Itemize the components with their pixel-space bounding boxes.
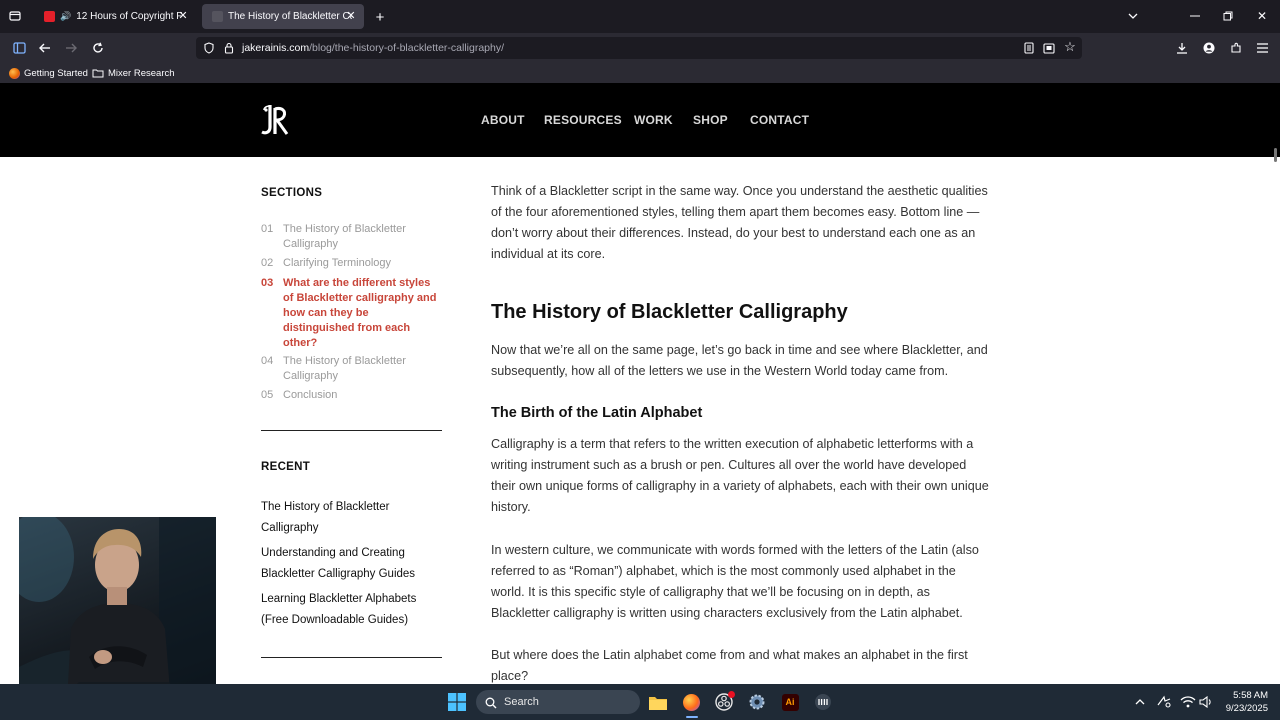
nav-work[interactable]: WORK (634, 113, 673, 127)
back-arrow-icon[interactable] (37, 40, 53, 56)
shield-icon[interactable] (202, 41, 216, 55)
bookmark-label: Getting Started (24, 67, 88, 79)
nav-about[interactable]: ABOUT (481, 113, 525, 127)
minimize-icon[interactable] (1188, 9, 1202, 23)
youtube-icon (44, 11, 55, 22)
nav-resources[interactable]: RESOURCES (544, 113, 622, 127)
illustrator-icon[interactable]: Ai (780, 692, 800, 712)
section-number: 02 (261, 257, 274, 269)
notification-dot-icon (728, 691, 735, 698)
menu-icon[interactable] (1254, 40, 1270, 56)
section-title: The History of Blackletter Calligraphy (283, 355, 406, 382)
download-icon[interactable] (1174, 40, 1190, 56)
nav-contact[interactable]: CONTACT (750, 113, 809, 127)
section-link-01[interactable]: 01 The History of Blackletter Calligraph… (261, 222, 441, 252)
volume-icon[interactable] (1196, 692, 1216, 712)
site-favicon-icon (212, 11, 223, 22)
reload-icon[interactable] (90, 40, 106, 56)
pocket-icon[interactable] (1042, 41, 1056, 55)
recent-heading: RECENT (261, 461, 311, 473)
wifi-icon[interactable] (1178, 692, 1198, 712)
section-link-04[interactable]: 04 The History of Blackletter Calligraph… (261, 354, 441, 384)
section-number: 03 (261, 277, 274, 289)
article-paragraph: Now that we’re all on the same page, let… (491, 343, 988, 378)
recent-post-link[interactable]: Learning Blackletter Alphabets (Free Dow… (261, 589, 441, 631)
extensions-icon[interactable] (1228, 40, 1244, 56)
chevron-down-icon[interactable] (1126, 9, 1140, 23)
account-icon[interactable] (1201, 40, 1217, 56)
url-domain: jakerainis.com (242, 42, 310, 54)
lock-icon[interactable] (222, 41, 236, 55)
article-heading: The History of Blackletter Calligraphy (491, 301, 848, 323)
folder-icon (92, 68, 104, 78)
firefox-taskbar-icon[interactable] (681, 692, 701, 712)
restore-icon[interactable] (1221, 9, 1235, 23)
section-link-03[interactable]: 03 What are the different styles of Blac… (261, 276, 441, 351)
windows-taskbar: Search Ai 5:58 AM 9/23/2025 (0, 684, 1280, 720)
forward-arrow-icon[interactable] (63, 40, 79, 56)
section-number: 01 (261, 223, 274, 235)
section-title: The History of Blackletter Calligraphy (283, 223, 406, 250)
tab-blackletter[interactable]: The History of Blackletter Callig ✕ (202, 4, 364, 29)
article-subheading: The Birth of the Latin Alphabet (491, 405, 703, 421)
windows-start-icon[interactable] (447, 692, 467, 712)
clock-time: 5:58 AM (1233, 690, 1268, 701)
close-tab-icon[interactable]: ✕ (344, 9, 358, 23)
person-silhouette-icon (19, 517, 216, 703)
nav-shop[interactable]: SHOP (693, 113, 728, 127)
tray-chevron-up-icon[interactable] (1130, 692, 1150, 712)
sidebar-divider (261, 657, 442, 658)
tab-list-icon[interactable] (8, 9, 22, 23)
site-logo-icon[interactable] (260, 103, 290, 137)
bookmark-mixer-research[interactable]: Mixer Research (92, 66, 175, 80)
tab-title: 12 Hours of Copyright Free (76, 11, 183, 22)
sections-heading: SECTIONS (261, 187, 323, 199)
section-title: Clarifying Terminology (283, 257, 392, 269)
article-paragraph: Think of a Blackletter script in the sam… (491, 184, 988, 261)
section-link-05[interactable]: 05 Conclusion (261, 388, 441, 403)
clock-date: 9/23/2025 (1225, 703, 1268, 714)
close-window-icon[interactable]: ✕ (1255, 9, 1269, 23)
tab-title: The History of Blackletter Callig (228, 11, 352, 22)
close-tab-icon[interactable]: ✕ (176, 9, 190, 23)
bookmark-label: Mixer Research (108, 67, 175, 79)
page-scrollbar[interactable] (1274, 148, 1277, 162)
search-icon (485, 696, 497, 714)
search-label: Search (504, 696, 539, 708)
webcam-overlay (19, 517, 216, 703)
site-header: ABOUT RESOURCES WORK SHOP CONTACT (0, 83, 1280, 157)
section-title: Conclusion (283, 389, 338, 401)
section-link-02[interactable]: 02 Clarifying Terminology (261, 256, 441, 271)
bookmark-getting-started[interactable]: Getting Started (9, 66, 88, 80)
active-app-indicator (686, 716, 698, 718)
system-clock[interactable]: 5:58 AM 9/23/2025 (1218, 689, 1268, 715)
article-paragraph: In western culture, we communicate with … (491, 543, 979, 620)
file-explorer-icon[interactable] (648, 692, 668, 712)
network-status-icon[interactable] (1154, 692, 1174, 712)
audio-app-icon[interactable] (813, 692, 833, 712)
browser-toolbar: jakerainis.com/blog/the-history-of-black… (0, 33, 1280, 63)
speaker-icon[interactable]: 🔊 (60, 11, 71, 22)
section-title: What are the different styles of Blackle… (283, 277, 437, 349)
sidebar-toggle-icon[interactable] (11, 40, 27, 56)
article-paragraph: But where does the Latin alphabet come f… (491, 648, 968, 683)
recent-post-link[interactable]: Understanding and Creating Blackletter C… (261, 543, 441, 585)
reader-view-icon[interactable] (1022, 41, 1036, 55)
bookmark-star-icon[interactable]: ☆ (1063, 39, 1077, 54)
article-paragraph: Calligraphy is a term that refers to the… (491, 437, 989, 514)
browser-tab-bar: 🔊 12 Hours of Copyright Free ✕ The Histo… (0, 0, 1280, 33)
plus-icon[interactable]: + (372, 9, 388, 26)
bookmarks-toolbar: Getting Started Mixer Research (0, 63, 1280, 83)
taskbar-search[interactable]: Search (476, 690, 640, 714)
url-text: jakerainis.com/blog/the-history-of-black… (242, 42, 504, 54)
firefox-icon (9, 67, 20, 79)
recent-post-link[interactable]: The History of Blackletter Calligraphy (261, 497, 441, 539)
tab-music[interactable]: 🔊 12 Hours of Copyright Free ✕ (34, 4, 196, 29)
address-bar[interactable]: jakerainis.com/blog/the-history-of-black… (196, 37, 1082, 59)
url-path: /blog/the-history-of-blackletter-calligr… (309, 42, 505, 54)
section-number: 04 (261, 355, 274, 367)
settings-gear-icon[interactable] (747, 692, 767, 712)
section-number: 05 (261, 389, 274, 401)
sidebar-divider (261, 430, 442, 431)
